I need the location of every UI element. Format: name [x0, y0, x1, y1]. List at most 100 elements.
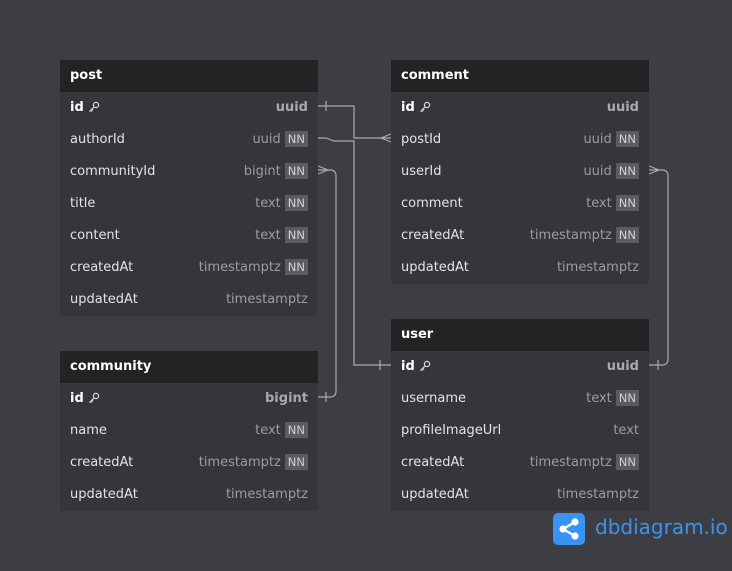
field-type: uuid	[276, 92, 308, 124]
rel-post-communityid-community-id	[318, 169, 337, 398]
field-row-user-id[interactable]: id uuid	[391, 351, 649, 383]
field-type: text NN	[255, 188, 308, 220]
not-null-badge: NN	[284, 453, 308, 470]
field-type: bigint	[265, 383, 308, 415]
field-type: uuid	[607, 351, 639, 383]
field-type: timestamptz	[557, 252, 639, 284]
diagram-canvas[interactable]: post id uuid authorId uuid NN communityId bigi…	[0, 0, 732, 571]
field-type: timestamptz	[226, 284, 308, 316]
field-type: text NN	[586, 188, 639, 220]
field-type-label: timestamptz	[225, 487, 308, 502]
key-icon	[88, 392, 99, 403]
rel-comment-userid-user-id	[649, 169, 669, 366]
field-name: createdAt	[401, 228, 465, 243]
field-type: bigint NN	[244, 156, 308, 188]
table-header[interactable]: user	[391, 319, 649, 351]
table-community[interactable]: community id bigint name text NN createdAt tim…	[60, 351, 318, 511]
field-type: text	[613, 415, 639, 447]
dbdiagram-logo[interactable]: dbdiagram.io	[553, 513, 728, 545]
not-null-badge: NN	[284, 421, 308, 438]
field-name: profileImageUrl	[401, 423, 502, 438]
table-header[interactable]: post	[60, 60, 318, 92]
table-post[interactable]: post id uuid authorId uuid NN communityId bigi…	[60, 60, 318, 316]
field-name: id	[70, 92, 100, 124]
field-row-comment-postid[interactable]: postId uuid NN	[391, 124, 649, 156]
field-name: userId	[401, 164, 442, 179]
field-row-post-id[interactable]: id uuid	[60, 92, 318, 124]
field-type-label: timestamptz	[198, 260, 281, 275]
field-name: createdAt	[70, 455, 134, 470]
field-row-comment-userid[interactable]: userId uuid NN	[391, 156, 649, 188]
field-type-label: text	[255, 423, 281, 438]
field-name: content	[70, 228, 120, 243]
field-row-post-authorid[interactable]: authorId uuid NN	[60, 124, 318, 156]
field-name: id	[401, 92, 431, 124]
not-null-badge: NN	[615, 389, 639, 406]
field-type-label: uuid	[583, 132, 612, 147]
field-type-label: uuid	[275, 100, 308, 115]
field-name: postId	[401, 132, 442, 147]
field-row-community-name[interactable]: name text NN	[60, 415, 318, 447]
field-row-user-createdat[interactable]: createdAt timestamptz NN	[391, 447, 649, 479]
field-row-comment-id[interactable]: id uuid	[391, 92, 649, 124]
field-row-community-updatedat[interactable]: updatedAt timestamptz	[60, 479, 318, 511]
table-comment[interactable]: comment id uuid postId uuid NN userId uuid NN co…	[391, 60, 649, 284]
field-type-label: bigint	[265, 391, 308, 406]
share-graph-icon	[553, 513, 585, 545]
field-row-post-content[interactable]: content text NN	[60, 220, 318, 252]
not-null-badge: NN	[615, 453, 639, 470]
not-null-badge: NN	[284, 258, 308, 275]
field-type: timestamptz NN	[530, 220, 639, 252]
field-name: createdAt	[70, 260, 134, 275]
field-type-label: timestamptz	[529, 455, 612, 470]
field-name: updatedAt	[401, 487, 469, 502]
field-type-label: text	[255, 196, 281, 211]
field-name: communityId	[70, 164, 156, 179]
field-type-label: timestamptz	[225, 292, 308, 307]
field-type-label: text	[613, 423, 639, 438]
field-type-label: uuid	[583, 164, 612, 179]
field-type: uuid NN	[583, 156, 639, 188]
field-row-post-createdat[interactable]: createdAt timestamptz NN	[60, 252, 318, 284]
field-name: comment	[401, 196, 463, 211]
table-header[interactable]: community	[60, 351, 318, 383]
field-type: uuid NN	[583, 124, 639, 156]
field-type-label: text	[586, 391, 612, 406]
field-row-comment-comment[interactable]: comment text NN	[391, 188, 649, 220]
not-null-badge: NN	[615, 162, 639, 179]
field-row-community-id[interactable]: id bigint	[60, 383, 318, 415]
not-null-badge: NN	[284, 130, 308, 147]
not-null-badge: NN	[284, 226, 308, 243]
brand-name: dbdiagram.io	[595, 515, 728, 539]
field-row-post-title[interactable]: title text NN	[60, 188, 318, 220]
table-header[interactable]: comment	[391, 60, 649, 92]
key-icon	[88, 101, 99, 112]
field-type-label: text	[586, 196, 612, 211]
field-name: updatedAt	[70, 487, 138, 502]
rel-post-id-comment-postid	[318, 105, 391, 139]
key-icon	[419, 101, 430, 112]
not-null-badge: NN	[284, 162, 308, 179]
field-type: text NN	[586, 383, 639, 415]
field-row-post-updatedat[interactable]: updatedAt timestamptz	[60, 284, 318, 316]
field-type-label: timestamptz	[198, 455, 281, 470]
rel-post-authorid-user-id	[318, 137, 391, 366]
field-row-post-communityid[interactable]: communityId bigint NN	[60, 156, 318, 188]
field-type-label: uuid	[606, 100, 639, 115]
not-null-badge: NN	[615, 226, 639, 243]
field-name: createdAt	[401, 455, 465, 470]
table-user[interactable]: user id uuid username text NN profileImageUrl…	[391, 319, 649, 511]
field-row-comment-updatedat[interactable]: updatedAt timestamptz	[391, 252, 649, 284]
field-type-label: timestamptz	[556, 487, 639, 502]
field-row-community-createdat[interactable]: createdAt timestamptz NN	[60, 447, 318, 479]
field-type-label: uuid	[252, 132, 281, 147]
field-type: timestamptz NN	[199, 447, 308, 479]
field-type: text NN	[255, 415, 308, 447]
field-row-user-profileimageurl[interactable]: profileImageUrl text	[391, 415, 649, 447]
field-type-label: bigint	[243, 164, 281, 179]
field-row-user-updatedat[interactable]: updatedAt timestamptz	[391, 479, 649, 511]
field-row-user-username[interactable]: username text NN	[391, 383, 649, 415]
field-row-comment-createdat[interactable]: createdAt timestamptz NN	[391, 220, 649, 252]
field-name: id	[70, 383, 100, 415]
field-type: uuid NN	[252, 124, 308, 156]
